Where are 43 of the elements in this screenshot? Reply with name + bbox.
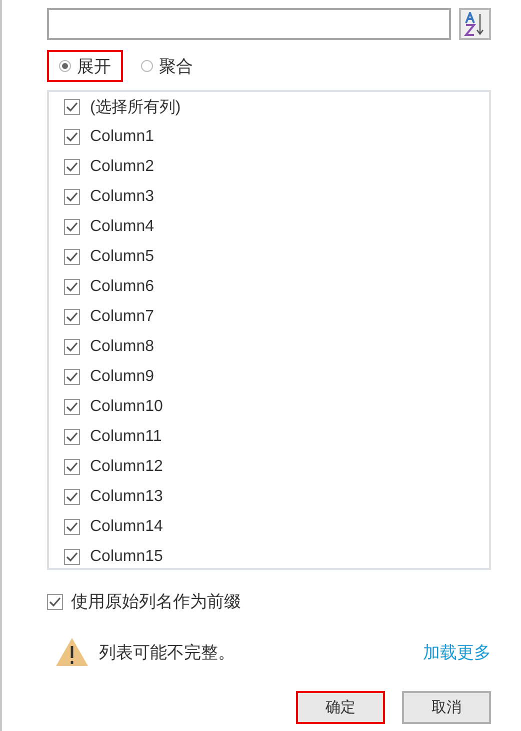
checkbox[interactable] <box>64 189 80 205</box>
column-label: Column5 <box>90 248 154 266</box>
column-label: Column3 <box>90 188 154 206</box>
warning-icon <box>55 637 89 667</box>
column-label: Column4 <box>90 218 154 236</box>
checkbox[interactable] <box>64 459 80 475</box>
column-label: Column10 <box>90 398 163 416</box>
column-label: Column9 <box>90 368 154 386</box>
checkbox[interactable] <box>64 249 80 265</box>
checkbox[interactable] <box>64 399 80 415</box>
dialog-button[interactable]: 确定 <box>296 691 385 724</box>
checkbox[interactable] <box>64 489 80 505</box>
column-label: (选择所有列) <box>90 98 181 118</box>
column-label: Column11 <box>90 428 162 446</box>
column-label: Column7 <box>90 308 154 326</box>
checkbox[interactable] <box>64 429 80 445</box>
checkbox[interactable] <box>47 594 63 610</box>
checkbox[interactable] <box>64 369 80 385</box>
checkbox[interactable] <box>64 279 80 295</box>
radio-option[interactable]: 展开 <box>47 50 123 82</box>
radio-option[interactable]: 聚合 <box>129 50 205 82</box>
sort-icon <box>464 12 486 36</box>
column-label: Column8 <box>90 338 154 356</box>
column-label: Column12 <box>90 458 163 476</box>
column-label: Column15 <box>90 548 163 566</box>
checkbox[interactable] <box>64 339 80 355</box>
option-label: 使用原始列名作为前缀 <box>71 591 241 613</box>
column-label: Column1 <box>90 128 154 146</box>
checkbox[interactable] <box>64 99 80 115</box>
warning-text: 列表可能不完整。 <box>99 642 235 664</box>
sort-button[interactable] <box>459 8 491 40</box>
column-label: Column6 <box>90 278 154 296</box>
checkbox[interactable] <box>64 549 80 565</box>
column-label: Column2 <box>90 158 154 176</box>
checkbox[interactable] <box>64 159 80 175</box>
search-field[interactable] <box>47 8 451 40</box>
column-label: Column14 <box>90 518 163 536</box>
checkbox[interactable] <box>64 519 80 535</box>
dialog-button[interactable]: 取消 <box>402 691 491 724</box>
checkbox[interactable] <box>64 219 80 235</box>
checkbox[interactable] <box>64 309 80 325</box>
checkbox[interactable] <box>64 129 80 145</box>
column-label: Column13 <box>90 488 163 506</box>
